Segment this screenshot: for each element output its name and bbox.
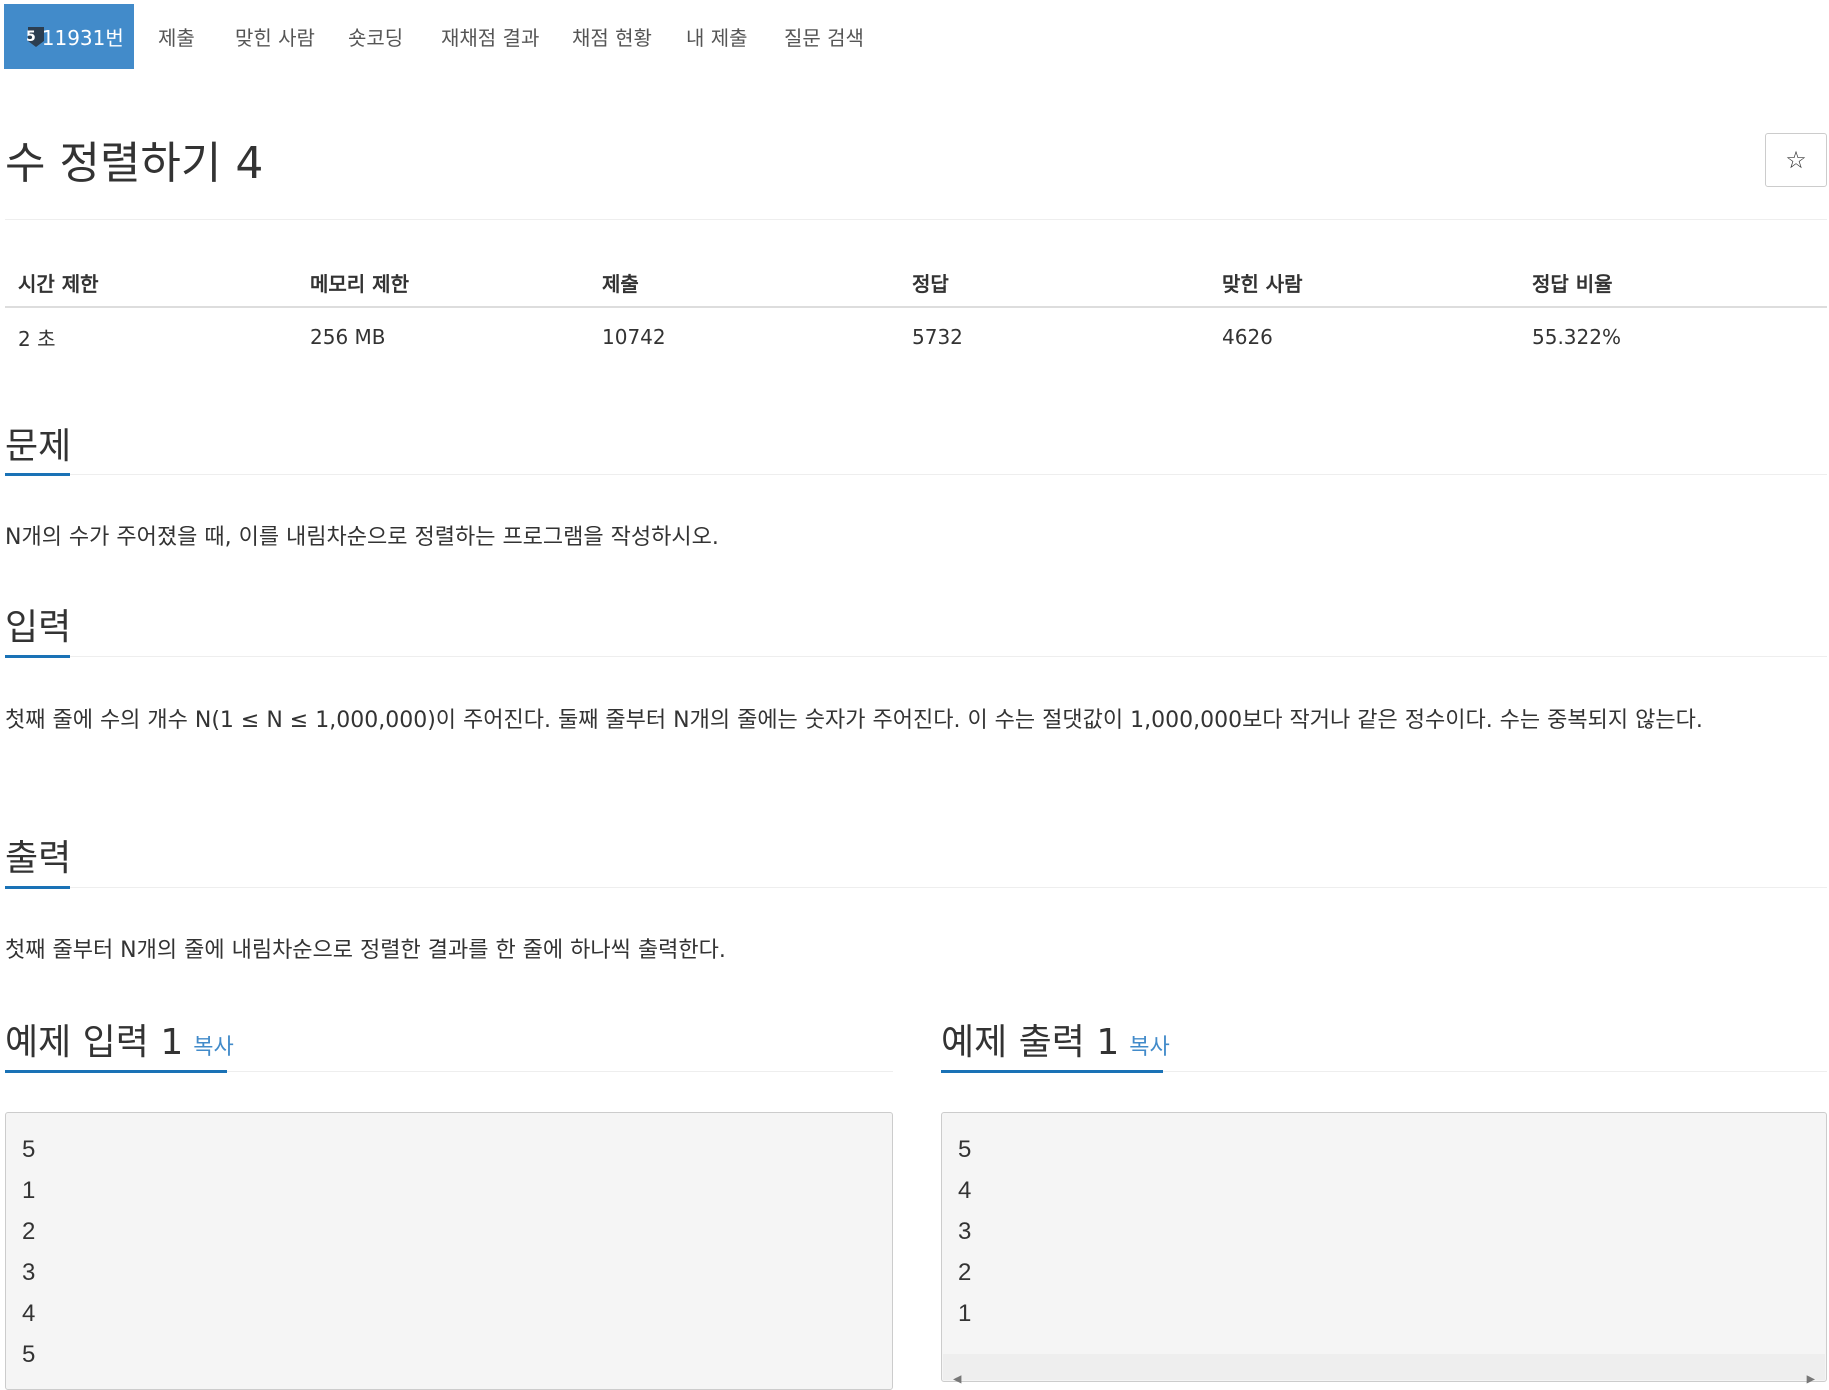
output-description: 첫째 줄부터 N개의 줄에 내림차순으로 정렬한 결과를 한 줄에 하나씩 출력… <box>5 938 726 963</box>
header-accepted: 정답 <box>912 271 949 296</box>
sample-output-box[interactable]: 5 4 3 2 1 ◀ ▶ <box>941 1112 1827 1387</box>
favorite-button[interactable]: ☆ <box>1765 133 1827 187</box>
input-description: 첫째 줄에 수의 개수 N(1 ≤ N ≤ 1,000,000)이 주어진다. … <box>5 708 1703 733</box>
info-value-row: 2 초 256 MB 10742 5732 4626 55.322% <box>5 308 1827 366</box>
scroll-right-icon[interactable]: ▶ <box>1807 1359 1815 1390</box>
sample-input-box[interactable]: 5 1 2 3 4 5 <box>5 1112 893 1390</box>
sample-input-underline <box>5 1070 227 1073</box>
input-heading: 입력 <box>5 607 72 648</box>
tab-submit[interactable]: 제출 <box>158 4 195 69</box>
sample-output-title: 예제 출력 1 <box>941 1022 1120 1063</box>
tab-accepted-users[interactable]: 맞힌 사람 <box>235 4 315 69</box>
sample-output-line: 3 <box>958 1218 972 1245</box>
value-accepted: 5732 <box>912 325 963 349</box>
tab-short-coding[interactable]: 숏코딩 <box>348 4 403 69</box>
problem-title: 수 정렬하기 4 <box>5 138 264 189</box>
sample-output-line: 2 <box>958 1259 972 1286</box>
tab-judge-status[interactable]: 채점 현황 <box>572 4 652 69</box>
horizontal-scrollbar[interactable]: ◀ ▶ <box>943 1354 1825 1387</box>
output-heading-underline <box>5 886 70 889</box>
value-accepted-users: 4626 <box>1222 325 1273 349</box>
header-time-limit: 시간 제한 <box>18 271 99 296</box>
title-divider <box>5 219 1827 220</box>
sample-output-heading: 예제 출력 1 복사 <box>941 1013 1170 1065</box>
tab-question-search[interactable]: 질문 검색 <box>784 4 864 69</box>
header-memory-limit: 메모리 제한 <box>310 271 409 296</box>
sample-output-copy-link[interactable]: 복사 <box>1129 1035 1169 1060</box>
sample-input-line: 2 <box>22 1218 36 1245</box>
tab-rejudge-results[interactable]: 재채점 결과 <box>441 4 539 69</box>
sample-output-line: 1 <box>958 1300 972 1327</box>
sample-output-line: 4 <box>958 1177 972 1204</box>
sample-input-line: 4 <box>22 1300 36 1327</box>
value-time-limit: 2 초 <box>18 326 56 351</box>
value-submissions: 10742 <box>602 325 666 349</box>
value-memory-limit: 256 MB <box>310 325 386 349</box>
star-icon: ☆ <box>1785 146 1807 174</box>
input-heading-underline <box>5 655 70 658</box>
problem-heading-underline <box>5 473 70 476</box>
problem-heading-rule <box>5 474 1827 475</box>
header-submissions: 제출 <box>602 271 639 296</box>
scroll-left-icon[interactable]: ◀ <box>953 1359 961 1390</box>
info-header-row: 시간 제한 메모리 제한 제출 정답 맞힌 사람 정답 비율 <box>5 258 1827 308</box>
header-accepted-users: 맞힌 사람 <box>1222 271 1303 296</box>
sample-input-line: 1 <box>22 1177 36 1204</box>
tab-my-submissions[interactable]: 내 제출 <box>686 4 748 69</box>
sample-output-underline <box>941 1070 1163 1073</box>
sample-input-line: 5 <box>22 1341 36 1368</box>
input-heading-rule <box>5 656 1827 657</box>
sample-input-title: 예제 입력 1 <box>5 1022 184 1063</box>
tab-problem[interactable]: 5 11931번 <box>4 4 134 69</box>
sample-input-line: 5 <box>22 1136 36 1163</box>
problem-description: N개의 수가 주어졌을 때, 이를 내림차순으로 정렬하는 프로그램을 작성하시… <box>5 525 719 550</box>
value-accept-ratio: 55.322% <box>1532 325 1621 349</box>
problem-info-table: 시간 제한 메모리 제한 제출 정답 맞힌 사람 정답 비율 2 초 256 M… <box>5 258 1827 366</box>
problem-id-label: 11931번 <box>41 26 124 50</box>
header-accept-ratio: 정답 비율 <box>1532 271 1613 296</box>
sample-output-line: 5 <box>958 1136 972 1163</box>
sample-input-copy-link[interactable]: 복사 <box>193 1035 233 1060</box>
problem-heading: 문제 <box>5 426 72 467</box>
problem-nav: 5 11931번 제출 맞힌 사람 숏코딩 재채점 결과 채점 현황 내 제출 … <box>0 0 1829 69</box>
sample-input-heading: 예제 입력 1 복사 <box>5 1013 234 1065</box>
tier-badge-icon: 5 <box>26 26 44 48</box>
sample-input-line: 3 <box>22 1259 36 1286</box>
output-heading: 출력 <box>5 838 72 879</box>
output-heading-rule <box>5 887 1827 888</box>
